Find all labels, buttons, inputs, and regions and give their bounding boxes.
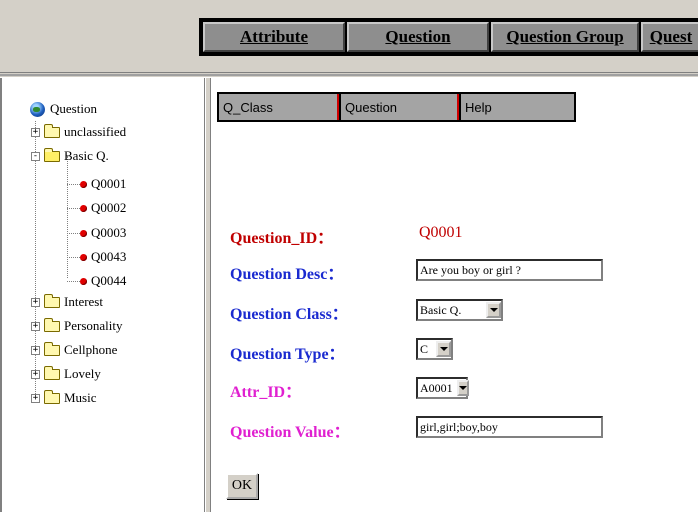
- collapse-minus-icon[interactable]: -: [31, 152, 40, 161]
- tree-folder-basic-q[interactable]: Basic Q.: [44, 146, 109, 166]
- question-class-label: Question Class：: [230, 306, 348, 323]
- tree-folder-cellphone[interactable]: Cellphone: [44, 340, 117, 360]
- top-nav: Attribute Question Question Group Quest: [199, 18, 698, 56]
- attr-id-label: Attr_ID：: [230, 384, 302, 401]
- folder-icon: [44, 389, 60, 404]
- tree-folder-label: unclassified: [64, 124, 127, 139]
- expand-plus-icon[interactable]: +: [31, 394, 40, 403]
- question-type-label: Question Type：: [230, 346, 345, 363]
- globe-icon: [30, 101, 45, 117]
- subtab-question[interactable]: Question: [341, 94, 459, 120]
- red-dot-icon: [80, 277, 87, 285]
- subtab-help[interactable]: Help: [461, 94, 574, 120]
- expand-plus-icon[interactable]: +: [31, 128, 40, 137]
- question-type-value: C: [420, 341, 429, 356]
- folder-open-icon: [44, 147, 60, 162]
- question-tree: Question + unclassified - Basic Q. Q0001…: [2, 78, 204, 512]
- question-desc-input[interactable]: [416, 259, 603, 281]
- question-value-input[interactable]: [416, 416, 603, 438]
- folder-icon: [44, 293, 60, 308]
- tree-item-label: Q0001: [91, 176, 127, 191]
- tree-root-label: Question: [50, 101, 97, 116]
- tree-folder-label: Personality: [64, 318, 123, 333]
- question-type-select[interactable]: C: [416, 338, 453, 360]
- tree-line: [35, 121, 36, 398]
- main-frame: Q_Class Question Help Question_ID： Q0001…: [211, 78, 698, 512]
- expand-plus-icon[interactable]: +: [31, 346, 40, 355]
- tree-item-label: Q0003: [91, 225, 127, 240]
- tree-item-label: Q0002: [91, 200, 127, 215]
- folder-icon: [44, 341, 60, 356]
- folder-icon: [44, 123, 60, 138]
- tab-question[interactable]: Question: [347, 22, 489, 52]
- tree-item-label: Q0044: [91, 273, 127, 288]
- question-value-label: Question Value：: [230, 424, 350, 441]
- question-id-label: Question_ID：: [230, 230, 334, 247]
- folder-icon: [44, 365, 60, 380]
- tree-item-q0003[interactable]: Q0003: [80, 223, 126, 243]
- chevron-down-icon[interactable]: [436, 341, 451, 357]
- left-frame: Question + unclassified - Basic Q. Q0001…: [0, 78, 205, 512]
- sub-nav: Q_Class Question Help: [217, 92, 576, 122]
- expand-plus-icon[interactable]: +: [31, 322, 40, 331]
- expand-plus-icon[interactable]: +: [31, 370, 40, 379]
- red-dot-icon: [80, 253, 87, 261]
- red-dot-icon: [80, 229, 87, 237]
- question-id-value: Q0001: [419, 224, 463, 241]
- tree-line: [67, 156, 68, 278]
- folder-icon: [44, 317, 60, 332]
- tree-folder-label: Cellphone: [64, 342, 118, 357]
- red-dot-icon: [80, 204, 87, 212]
- tab-question-group[interactable]: Question Group: [491, 22, 639, 52]
- tree-folder-interest[interactable]: Interest: [44, 292, 103, 312]
- tree-item-label: Q0043: [91, 249, 127, 264]
- chevron-down-icon[interactable]: [486, 302, 501, 318]
- question-desc-label: Question Desc：: [230, 266, 344, 283]
- attr-id-value: A0001: [420, 380, 453, 395]
- red-dot-icon: [80, 180, 87, 188]
- chevron-down-icon[interactable]: [456, 380, 469, 396]
- tree-item-q0002[interactable]: Q0002: [80, 198, 126, 218]
- top-frame: Attribute Question Question Group Quest: [0, 0, 698, 72]
- expand-plus-icon[interactable]: +: [31, 298, 40, 307]
- tree-folder-music[interactable]: Music: [44, 388, 97, 408]
- tree-folder-label: Interest: [64, 294, 103, 309]
- subtab-q-class[interactable]: Q_Class: [219, 94, 339, 120]
- tree-item-q0001[interactable]: Q0001: [80, 174, 126, 194]
- tab-attribute[interactable]: Attribute: [203, 22, 345, 52]
- tree-folder-label: Music: [64, 390, 97, 405]
- tab-quest[interactable]: Quest: [641, 22, 698, 52]
- tree-folder-personality[interactable]: Personality: [44, 316, 123, 336]
- attr-id-select[interactable]: A0001: [416, 377, 469, 399]
- tree-folder-unclassified[interactable]: unclassified: [44, 122, 126, 142]
- question-class-value: Basic Q.: [420, 302, 462, 317]
- tree-item-q0043[interactable]: Q0043: [80, 247, 126, 267]
- tree-item-q0044[interactable]: Q0044: [80, 271, 126, 291]
- tree-folder-label: Basic Q.: [64, 148, 109, 163]
- tree-folder-lovely[interactable]: Lovely: [44, 364, 101, 384]
- tree-root[interactable]: Question: [30, 99, 97, 119]
- question-class-select[interactable]: Basic Q.: [416, 299, 503, 321]
- ok-button[interactable]: OK: [226, 473, 258, 499]
- tree-folder-label: Lovely: [64, 366, 101, 381]
